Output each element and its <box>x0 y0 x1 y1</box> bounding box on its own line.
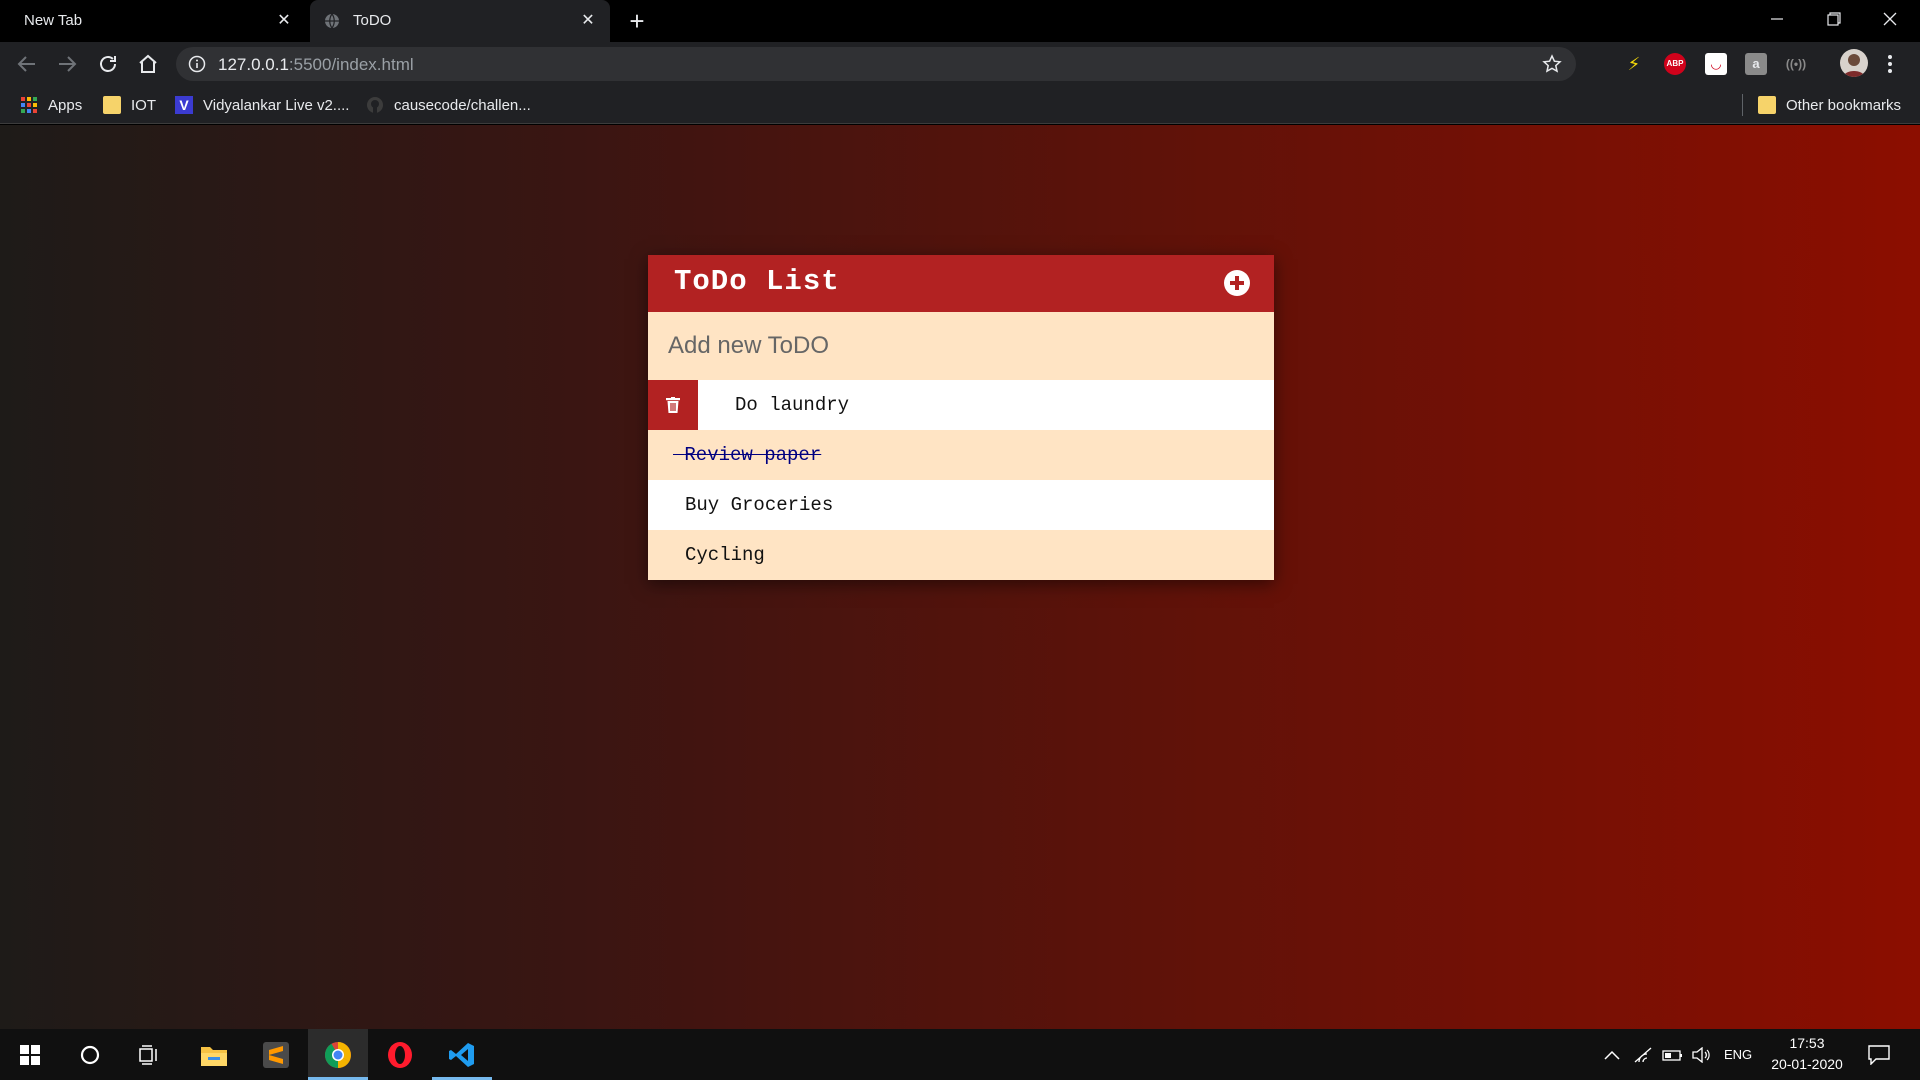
todo-text: Review paper <box>684 444 822 466</box>
bookmark-label: Vidyalankar Live v2.... <box>203 96 350 114</box>
apps-grid-icon <box>21 97 37 113</box>
vscode-icon[interactable] <box>432 1029 492 1080</box>
bookmark-star-icon[interactable] <box>1542 54 1562 74</box>
back-arrow-icon[interactable] <box>15 52 39 76</box>
bolt-extension-icon[interactable]: ⚡ <box>1623 53 1645 75</box>
minimize-icon[interactable] <box>1762 6 1792 32</box>
github-icon <box>367 97 383 113</box>
tab-new-tab[interactable]: New Tab ✕ <box>0 0 306 42</box>
task-view-icon[interactable] <box>120 1029 180 1080</box>
forward-arrow-icon[interactable] <box>55 52 79 76</box>
pocket-icon[interactable]: ◡ <box>1705 53 1727 75</box>
task-view-glyph-icon <box>139 1044 157 1065</box>
language-indicator[interactable]: ENG <box>1724 1029 1752 1080</box>
todo-item[interactable]: Cycling <box>648 530 1274 580</box>
cortana-circle-icon <box>80 1045 100 1064</box>
folder-icon <box>1758 96 1776 114</box>
close-window-icon[interactable] <box>1875 6 1905 32</box>
bookmark-iot[interactable]: IOT <box>103 95 156 115</box>
broadcast-icon[interactable]: ((•)) <box>1785 53 1807 75</box>
chevron-up-icon <box>1604 1050 1620 1060</box>
cortana-icon[interactable] <box>60 1029 120 1080</box>
bookmark-label: Other bookmarks <box>1786 96 1902 114</box>
clock-date: 20-01-2020 <box>1771 1056 1843 1072</box>
speaker-icon <box>1692 1046 1710 1063</box>
todo-list: Do laundry Review paper Buy Groceries Cy… <box>648 380 1274 580</box>
add-todo-plus-icon[interactable] <box>1224 270 1250 296</box>
todo-card: ToDo List Do laundry Review paper Buy Gr <box>648 255 1274 580</box>
url-path: :5500/index.html <box>288 55 414 74</box>
avatar[interactable] <box>1840 49 1868 77</box>
menu-kebab-icon[interactable] <box>1885 53 1895 75</box>
todo-item[interactable]: Do laundry <box>648 380 1274 430</box>
chrome-logo-icon <box>324 1041 351 1068</box>
file-explorer-icon[interactable] <box>184 1029 244 1080</box>
vscode-logo-icon <box>449 1042 474 1067</box>
bookmarks-bar: Apps IOT V Vidyalankar Live v2.... cause… <box>0 86 1920 124</box>
home-icon[interactable] <box>136 52 160 76</box>
trash-icon <box>666 397 680 413</box>
wifi-icon[interactable] <box>1634 1029 1652 1080</box>
todo-item[interactable]: Buy Groceries <box>648 480 1274 530</box>
clock-time: 17:53 <box>1789 1035 1825 1051</box>
info-icon[interactable] <box>188 55 206 73</box>
url-text: 127.0.0.1:5500/index.html <box>218 55 414 75</box>
browser-toolbar: 127.0.0.1:5500/index.html ⚡ ABP ◡ a ((•)… <box>0 42 1920 86</box>
restore-icon[interactable] <box>1818 6 1848 32</box>
sublime-logo-icon <box>263 1041 289 1068</box>
tab-strip: New Tab ✕ ToDO ✕ + <box>0 0 1920 42</box>
todo-header: ToDo List <box>648 255 1274 312</box>
page-background: ToDo List Do laundry Review paper Buy Gr <box>0 125 1920 1029</box>
delete-todo-button[interactable] <box>648 380 698 430</box>
tab-title: ToDO <box>353 12 392 29</box>
windows-start-icon[interactable] <box>0 1029 60 1080</box>
tab-title: New Tab <box>24 12 83 29</box>
vidyalankar-icon: V <box>175 96 193 114</box>
todo-text: Do laundry <box>735 394 850 416</box>
taskbar: ENG 17:53 20-01-2020 <box>0 1029 1920 1080</box>
bookmark-label: Apps <box>48 96 83 114</box>
todo-item[interactable]: Review paper <box>648 430 1274 480</box>
address-bar[interactable]: 127.0.0.1:5500/index.html <box>176 47 1576 81</box>
reload-icon[interactable] <box>96 52 120 76</box>
system-clock[interactable]: 17:53 20-01-2020 <box>1762 1033 1852 1075</box>
todo-text: Cycling <box>685 544 765 566</box>
user-avatar-icon <box>1843 54 1865 77</box>
folder-taskbar-icon <box>201 1046 227 1066</box>
tab-todo[interactable]: ToDO ✕ <box>310 0 610 42</box>
bookmark-label: causecode/challen... <box>394 96 531 114</box>
windows-logo-icon <box>20 1044 40 1065</box>
opera-icon[interactable] <box>370 1029 430 1080</box>
chrome-icon[interactable] <box>308 1029 368 1080</box>
bookmark-label: IOT <box>131 96 156 114</box>
tray-overflow-icon[interactable] <box>1604 1029 1620 1080</box>
bookmark-apps[interactable]: Apps <box>20 95 82 115</box>
url-host: 127.0.0.1 <box>218 55 289 74</box>
todo-text: Buy Groceries <box>685 494 834 516</box>
globe-icon <box>325 13 339 29</box>
action-center-icon <box>1868 1044 1890 1065</box>
close-tab-icon[interactable]: ✕ <box>274 11 294 31</box>
battery-glyph-icon <box>1662 1049 1682 1061</box>
page-title: ToDo List <box>674 265 840 298</box>
close-tab-icon[interactable]: ✕ <box>578 11 598 31</box>
battery-icon[interactable] <box>1662 1029 1684 1080</box>
bookmark-causecode[interactable]: causecode/challen... <box>366 95 531 115</box>
adblock-plus-icon[interactable]: ABP <box>1664 53 1686 75</box>
folder-icon <box>103 96 121 114</box>
bookmark-other[interactable]: Other bookmarks <box>1758 95 1901 115</box>
notifications-icon[interactable] <box>1868 1029 1890 1080</box>
volume-icon[interactable] <box>1692 1029 1712 1080</box>
new-todo-input[interactable] <box>648 312 1274 380</box>
bookmark-vidyalankar[interactable]: V Vidyalankar Live v2.... <box>175 95 349 115</box>
opera-logo-icon <box>388 1041 412 1068</box>
new-tab-icon[interactable]: + <box>624 8 650 34</box>
sublime-text-icon[interactable] <box>246 1029 306 1080</box>
bookmarks-divider <box>1742 94 1743 116</box>
wifi-signal-icon <box>1634 1047 1652 1062</box>
amazon-icon[interactable]: a <box>1745 53 1767 75</box>
